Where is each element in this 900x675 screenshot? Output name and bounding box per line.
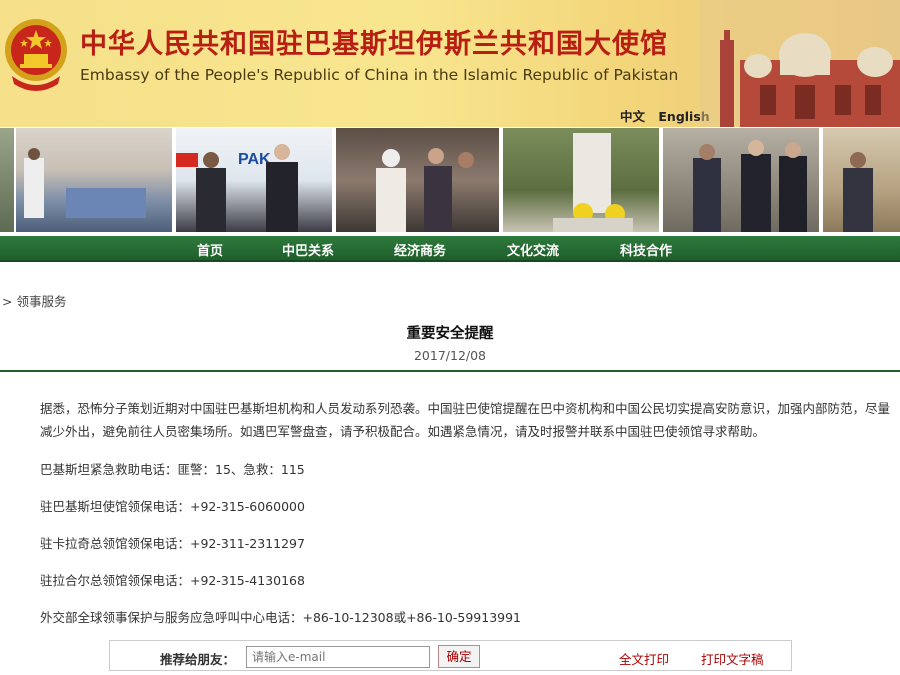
karachi-consulate-phone: 驻卡拉奇总领馆领保电话：+92-311-2311297 bbox=[40, 536, 305, 551]
print-text-link[interactable]: 打印文字稿 bbox=[701, 649, 764, 668]
header-banner: 中华人民共和国驻巴基斯坦伊斯兰共和国大使馆 Embassy of the Peo… bbox=[0, 0, 900, 127]
mfa-hotline-phone: 外交部全球领事保护与服务应急呼叫中心电话：+86-10-12308或+86-10… bbox=[40, 610, 522, 625]
photo-handshake[interactable] bbox=[663, 128, 819, 232]
palace-illustration bbox=[700, 0, 900, 127]
print-full-link[interactable]: 全文打印 bbox=[619, 649, 669, 668]
share-label: 推荐给朋友： bbox=[160, 652, 236, 667]
embassy-title-chinese: 中华人民共和国驻巴基斯坦伊斯兰共和国大使馆 bbox=[80, 29, 668, 60]
nav-science-technology[interactable]: 科技合作 bbox=[620, 240, 672, 259]
confirm-button[interactable]: 确定 bbox=[438, 645, 480, 668]
photo-1 bbox=[0, 128, 14, 232]
language-chinese-link[interactable]: 中文 bbox=[620, 109, 645, 124]
photo-meeting[interactable] bbox=[823, 128, 900, 232]
photo-strip: PAK bbox=[0, 127, 900, 235]
lahore-consulate-phone: 驻拉合尔总领馆领保电话：+92-315-4130168 bbox=[40, 573, 305, 588]
photo-crowd[interactable] bbox=[336, 128, 499, 232]
title-divider bbox=[0, 370, 900, 372]
nav-home[interactable]: 首页 bbox=[197, 240, 223, 259]
emergency-numbers-pakistan: 巴基斯坦紧急救助电话：匪警：15、急救：115 bbox=[40, 462, 305, 477]
article-title: 重要安全提醒 bbox=[406, 326, 494, 342]
photo-ceremony[interactable]: PAK bbox=[176, 128, 332, 232]
main-navigation: 首页 中巴关系 经济商务 文化交流 科技合作 bbox=[0, 236, 900, 262]
national-emblem-icon bbox=[5, 19, 67, 91]
article-date: 2017/12/08 bbox=[413, 348, 487, 363]
email-input[interactable] bbox=[246, 646, 430, 668]
embassy-consular-phone: 驻巴基斯坦使馆领保电话：+92-315-6060000 bbox=[40, 499, 305, 514]
embassy-title-english: Embassy of the People's Republic of Chin… bbox=[80, 66, 679, 84]
share-bar: 推荐给朋友： 确定 全文打印 打印文字稿 bbox=[109, 640, 792, 671]
article-body-paragraph: 据悉，恐怖分子策划近期对中国驻巴基斯坦机构和人员发动系列恐袭。中国驻巴使馆提醒在… bbox=[40, 401, 891, 439]
nav-china-pakistan-relations[interactable]: 中巴关系 bbox=[282, 240, 334, 259]
breadcrumb[interactable]: > 领事服务 bbox=[2, 291, 66, 310]
nav-economy-commerce[interactable]: 经济商务 bbox=[394, 240, 446, 259]
nav-culture-exchange[interactable]: 文化交流 bbox=[507, 240, 559, 259]
photo-banquet[interactable] bbox=[16, 128, 172, 232]
photo-monument[interactable] bbox=[503, 128, 659, 232]
